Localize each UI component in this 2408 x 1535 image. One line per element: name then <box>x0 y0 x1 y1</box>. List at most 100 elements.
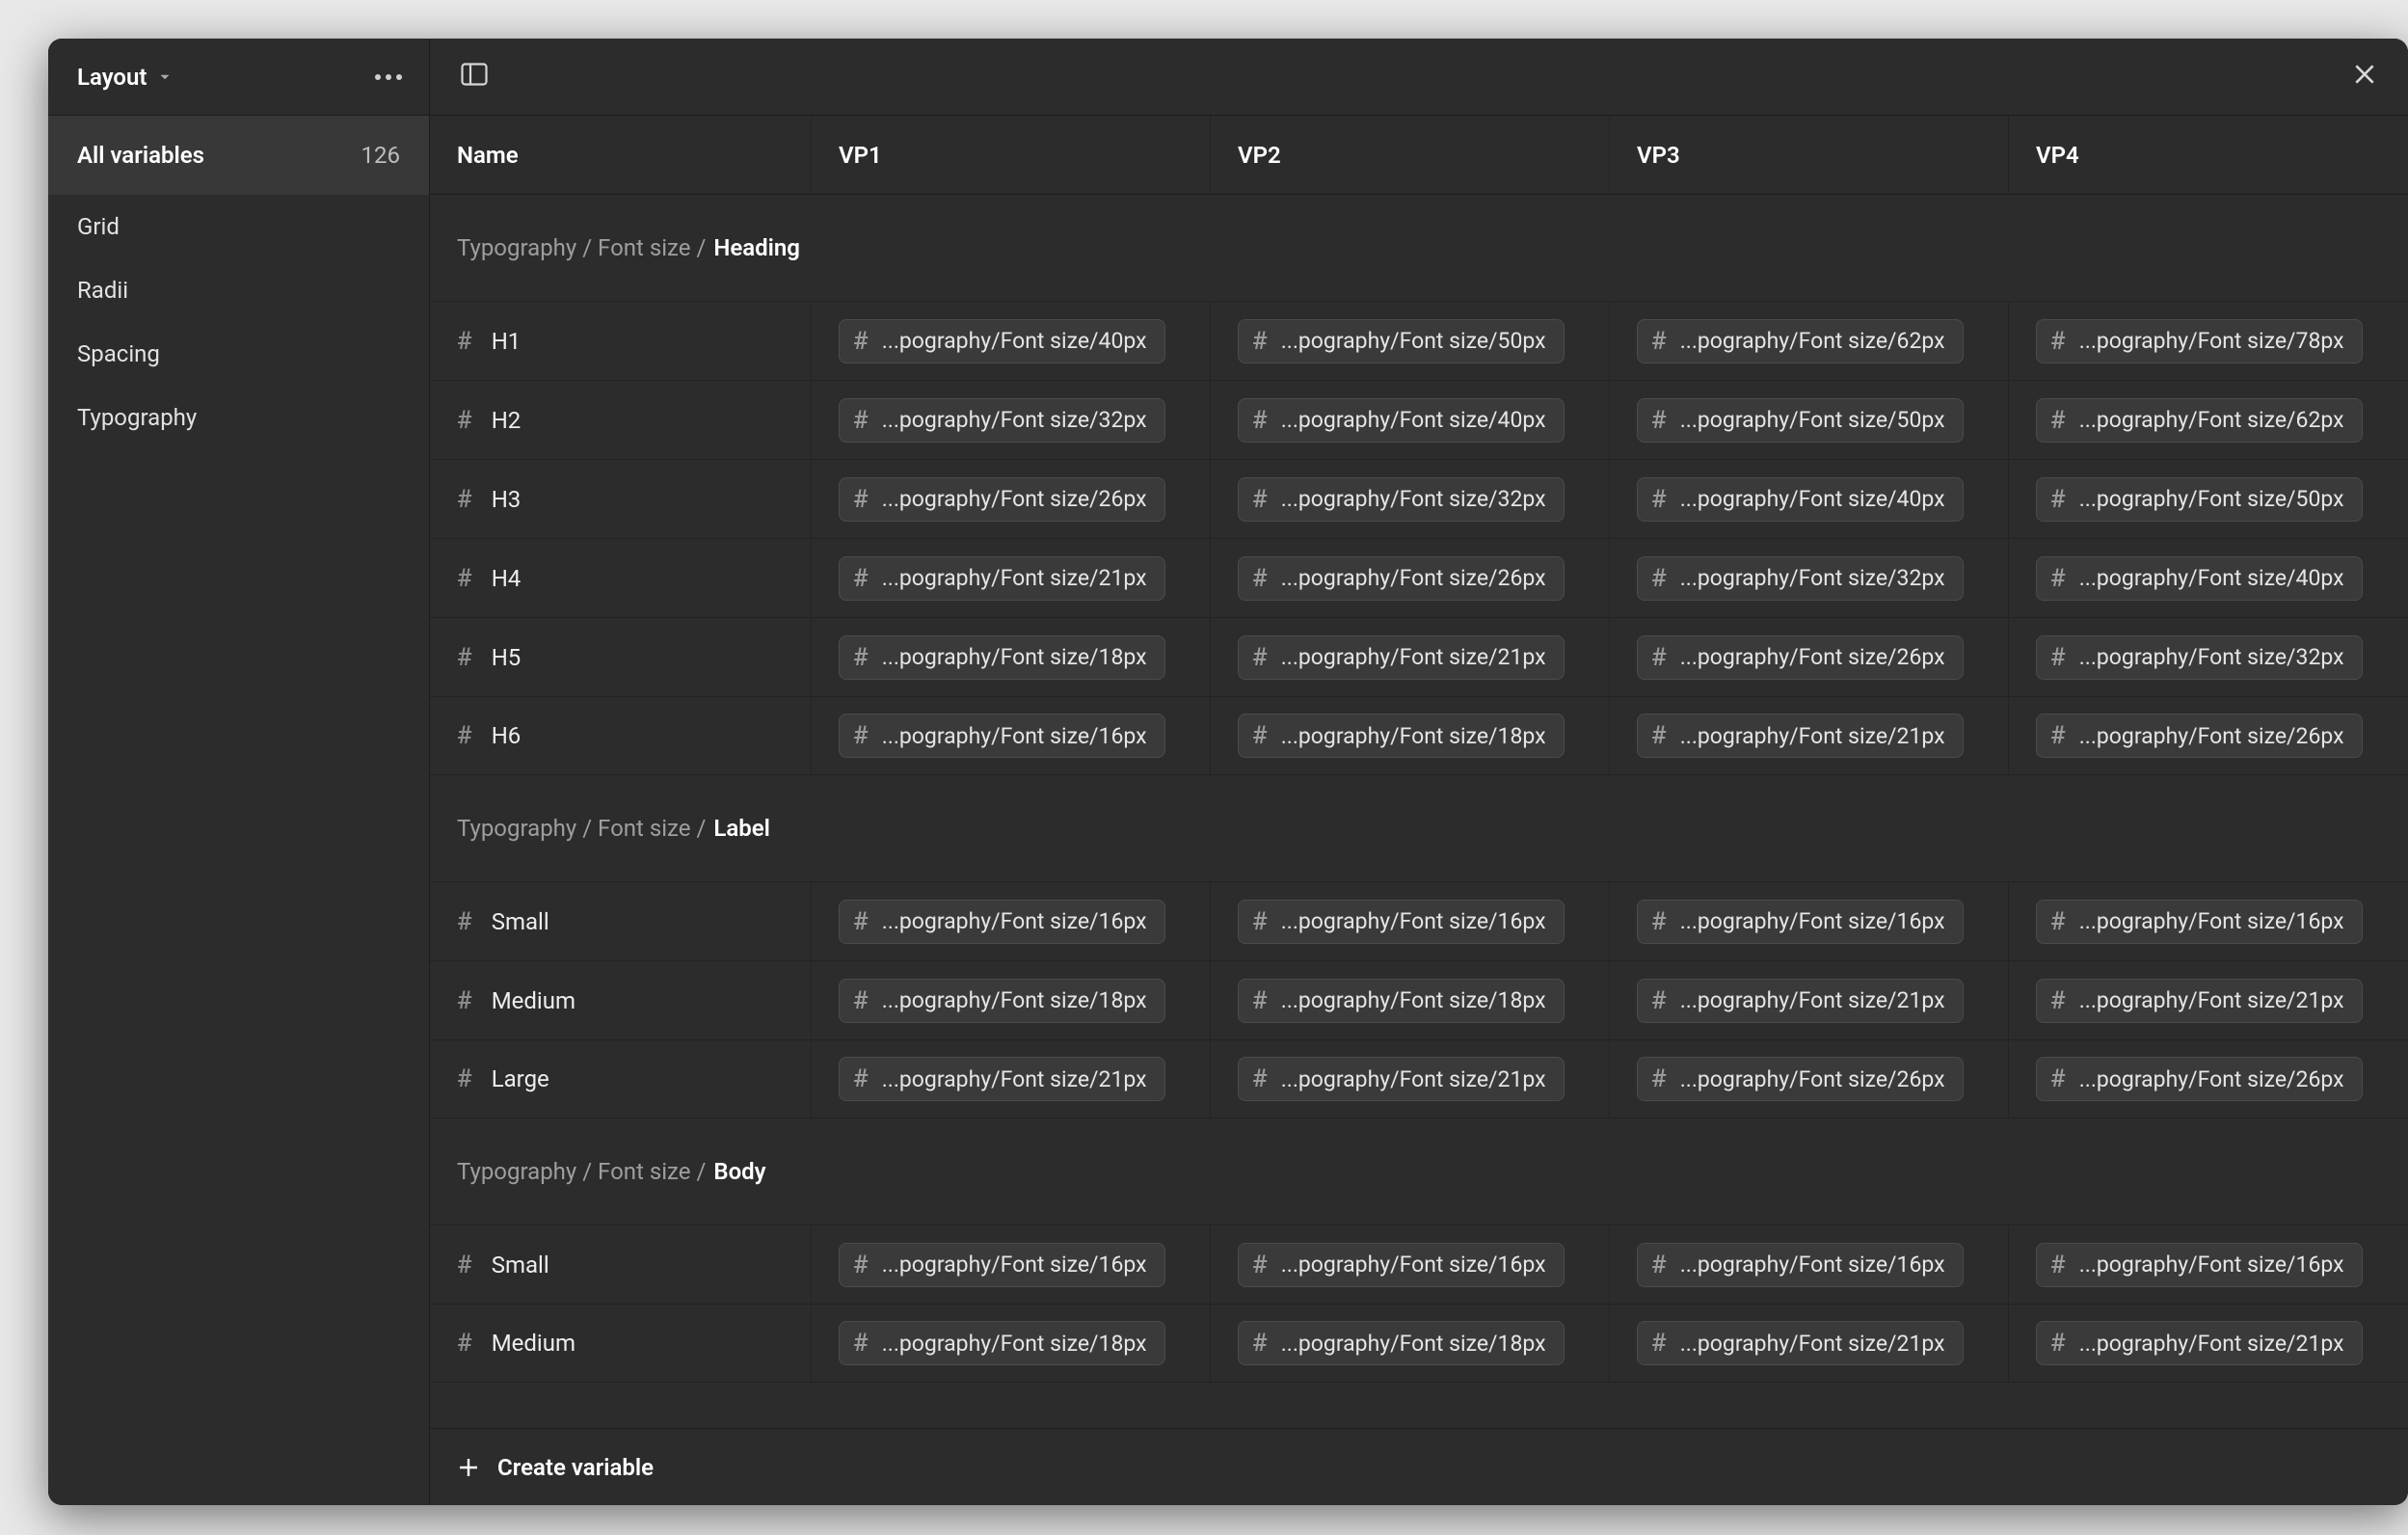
variable-name-cell[interactable]: #Medium <box>430 1305 812 1382</box>
alias-pill[interactable]: #...pography/Font size/21px <box>839 1057 1165 1101</box>
alias-pill[interactable]: #...pography/Font size/26px <box>1637 1057 1964 1101</box>
alias-pill[interactable]: #...pography/Font size/16px <box>1238 900 1565 944</box>
alias-pill[interactable]: #...pography/Font size/16px <box>1238 1243 1565 1287</box>
collection-selector[interactable]: Layout <box>77 64 174 91</box>
alias-pill[interactable]: #...pography/Font size/21px <box>1637 979 1964 1023</box>
table-row[interactable]: #Small #...pography/Font size/16px #...pog… <box>430 1225 2408 1304</box>
alias-pill[interactable]: #...pography/Font size/21px <box>1238 1057 1565 1101</box>
alias-pill[interactable]: #...pography/Font size/32px <box>1637 556 1964 601</box>
variable-value-cell[interactable]: #...pography/Font size/50px <box>2009 460 2408 538</box>
variable-name-cell[interactable]: #H4 <box>430 539 812 617</box>
variable-value-cell[interactable]: #...pography/Font size/16px <box>812 1225 1211 1304</box>
table-row[interactable]: #Large #...pography/Font size/21px #...pog… <box>430 1039 2408 1118</box>
alias-pill[interactable]: #...pography/Font size/62px <box>2036 398 2363 443</box>
column-header-name[interactable]: Name <box>430 116 812 194</box>
variable-name-cell[interactable]: #H3 <box>430 460 812 538</box>
column-header-mode[interactable]: VP4 <box>2009 116 2408 194</box>
variable-name-cell[interactable]: #H1 <box>430 302 812 380</box>
alias-pill[interactable]: #...pography/Font size/16px <box>839 714 1165 758</box>
alias-pill[interactable]: #...pography/Font size/21px <box>1637 1321 1964 1365</box>
alias-pill[interactable]: #...pography/Font size/32px <box>839 398 1165 443</box>
variable-value-cell[interactable]: #...pography/Font size/21px <box>812 539 1211 617</box>
table-row[interactable]: #H4 #...pography/Font size/21px #...pograp… <box>430 538 2408 617</box>
variable-value-cell[interactable]: #...pography/Font size/26px <box>1211 539 1610 617</box>
variable-value-cell[interactable]: #...pography/Font size/21px <box>1211 1040 1610 1118</box>
alias-pill[interactable]: #...pography/Font size/16px <box>839 900 1165 944</box>
variable-value-cell[interactable]: #...pography/Font size/16px <box>1610 882 2009 960</box>
variable-value-cell[interactable]: #...pography/Font size/18px <box>812 961 1211 1039</box>
table-row[interactable]: #H5#...pography/Font size/18px#...pograp… <box>430 617 2408 696</box>
alias-pill[interactable]: #...pography/Font size/18px <box>1238 979 1565 1023</box>
column-header-mode[interactable]: VP3 <box>1610 116 2009 194</box>
variable-name-cell[interactable]: #H6 <box>430 697 812 774</box>
alias-pill[interactable]: #...pography/Font size/40px <box>839 319 1165 364</box>
variable-value-cell[interactable]: #...pography/Font size/21px <box>1610 1305 2009 1382</box>
alias-pill[interactable]: #...pography/Font size/21px <box>839 556 1165 601</box>
table-row[interactable]: #H6 #...pography/Font size/16px #...pograp… <box>430 696 2408 775</box>
sidebar-all-variables[interactable]: All variables 126 <box>48 116 429 195</box>
variable-value-cell[interactable]: #...pography/Font size/32px <box>1610 539 2009 617</box>
variable-value-cell[interactable]: #...pography/Font size/21px <box>1211 618 1610 696</box>
sidebar-item[interactable]: Typography <box>48 386 429 449</box>
group-header[interactable]: Typography / Font size / Heading <box>430 195 2408 301</box>
variable-value-cell[interactable]: #...pography/Font size/18px <box>812 618 1211 696</box>
alias-pill[interactable]: #...pography/Font size/50px <box>2036 477 2363 522</box>
alias-pill[interactable]: #...pography/Font size/40px <box>1238 398 1565 443</box>
variable-value-cell[interactable]: #...pography/Font size/32px <box>2009 618 2408 696</box>
alias-pill[interactable]: #...pography/Font size/18px <box>1238 1321 1565 1365</box>
variable-value-cell[interactable]: #...pography/Font size/16px <box>1211 1225 1610 1304</box>
variable-value-cell[interactable]: #...pography/Font size/40px <box>1211 381 1610 459</box>
alias-pill[interactable]: #...pography/Font size/40px <box>1637 477 1964 522</box>
variable-value-cell[interactable]: #...pography/Font size/62px <box>1610 302 2009 380</box>
variable-value-cell[interactable]: #...pography/Font size/18px <box>1211 1305 1610 1382</box>
variable-value-cell[interactable]: #...pography/Font size/18px <box>812 1305 1211 1382</box>
variable-value-cell[interactable]: #...pography/Font size/16px <box>2009 882 2408 960</box>
alias-pill[interactable]: #...pography/Font size/62px <box>1637 319 1964 364</box>
table-row[interactable]: #Medium#...pography/Font size/18px#...po… <box>430 1304 2408 1383</box>
alias-pill[interactable]: #...pography/Font size/50px <box>1238 319 1565 364</box>
variable-value-cell[interactable]: #...pography/Font size/50px <box>1610 381 2009 459</box>
variable-value-cell[interactable]: #...pography/Font size/26px <box>2009 697 2408 774</box>
variable-value-cell[interactable]: #...pography/Font size/26px <box>2009 1040 2408 1118</box>
alias-pill[interactable]: #...pography/Font size/21px <box>2036 1321 2363 1365</box>
alias-pill[interactable]: #...pography/Font size/21px <box>2036 979 2363 1023</box>
collection-more-button[interactable] <box>367 67 410 88</box>
table-row[interactable]: #Small#...pography/Font size/16px#...pog… <box>430 881 2408 960</box>
variable-value-cell[interactable]: #...pography/Font size/26px <box>1610 1040 2009 1118</box>
table-body[interactable]: Typography / Font size / Heading#H1 #...p… <box>430 195 2408 1428</box>
variable-value-cell[interactable]: #...pography/Font size/16px <box>1211 882 1610 960</box>
table-row[interactable]: #H2 #...pography/Font size/32px #...pograp… <box>430 380 2408 459</box>
alias-pill[interactable]: #...pography/Font size/26px <box>1637 635 1964 680</box>
variable-value-cell[interactable]: #...pography/Font size/21px <box>1610 697 2009 774</box>
variable-value-cell[interactable]: #...pography/Font size/26px <box>812 460 1211 538</box>
variable-value-cell[interactable]: #...pography/Font size/40px <box>1610 460 2009 538</box>
close-button[interactable] <box>2346 56 2383 98</box>
variable-value-cell[interactable]: #...pography/Font size/32px <box>812 381 1211 459</box>
variable-name-cell[interactable]: #H2 <box>430 381 812 459</box>
group-header[interactable]: Typography / Font size / Label <box>430 775 2408 881</box>
alias-pill[interactable]: #...pography/Font size/78px <box>2036 319 2363 364</box>
column-header-mode[interactable]: VP1 <box>812 116 1211 194</box>
variable-value-cell[interactable]: #...pography/Font size/26px <box>1610 618 2009 696</box>
alias-pill[interactable]: #...pography/Font size/32px <box>2036 635 2363 680</box>
variable-value-cell[interactable]: #...pography/Font size/78px <box>2009 302 2408 380</box>
variable-name-cell[interactable]: #Large <box>430 1040 812 1118</box>
alias-pill[interactable]: #...pography/Font size/18px <box>839 979 1165 1023</box>
table-row[interactable]: #Medium#...pography/Font size/18px#...po… <box>430 960 2408 1039</box>
variable-value-cell[interactable]: #...pography/Font size/16px <box>2009 1225 2408 1304</box>
variable-value-cell[interactable]: #...pography/Font size/21px <box>812 1040 1211 1118</box>
alias-pill[interactable]: #...pography/Font size/50px <box>1637 398 1964 443</box>
alias-pill[interactable]: #...pography/Font size/16px <box>839 1243 1165 1287</box>
variable-value-cell[interactable]: #...pography/Font size/40px <box>812 302 1211 380</box>
alias-pill[interactable]: #...pography/Font size/26px <box>2036 1057 2363 1101</box>
sidebar-item[interactable]: Grid <box>48 195 429 258</box>
alias-pill[interactable]: #...pography/Font size/18px <box>839 635 1165 680</box>
alias-pill[interactable]: #...pography/Font size/16px <box>2036 1243 2363 1287</box>
alias-pill[interactable]: #...pography/Font size/16px <box>1637 900 1964 944</box>
alias-pill[interactable]: #...pography/Font size/26px <box>839 477 1165 522</box>
variable-value-cell[interactable]: #...pography/Font size/21px <box>1610 961 2009 1039</box>
alias-pill[interactable]: #...pography/Font size/26px <box>2036 714 2363 758</box>
variable-value-cell[interactable]: #...pography/Font size/18px <box>1211 961 1610 1039</box>
alias-pill[interactable]: #...pography/Font size/18px <box>1238 714 1565 758</box>
variable-name-cell[interactable]: #Small <box>430 1225 812 1304</box>
